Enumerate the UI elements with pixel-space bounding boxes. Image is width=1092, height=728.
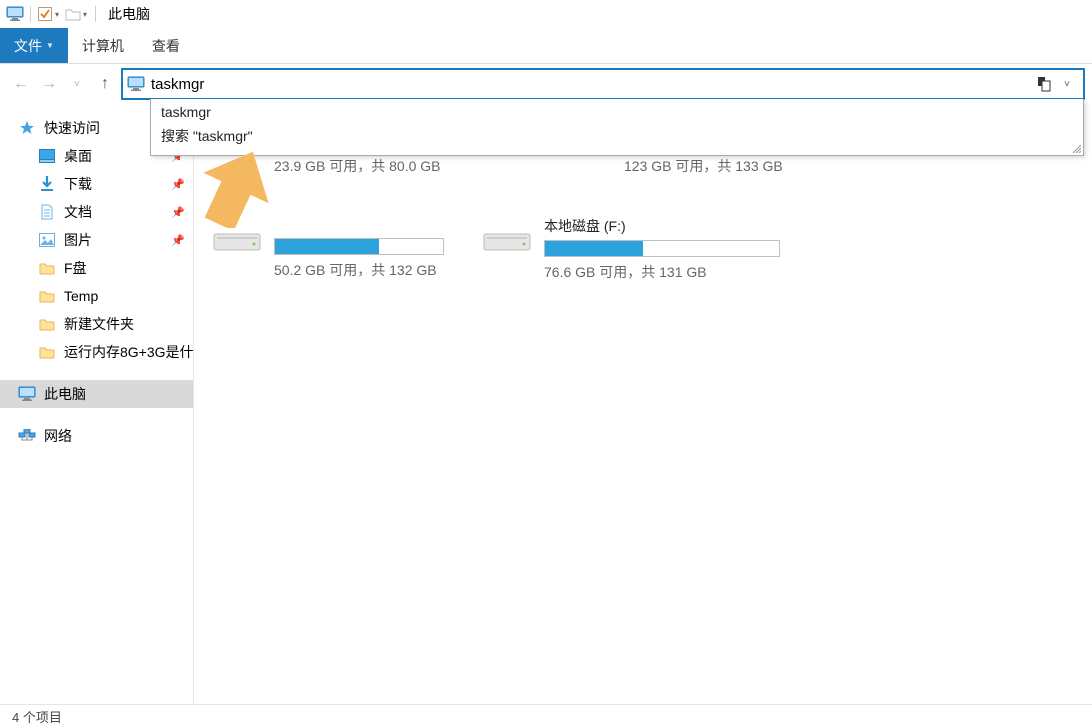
sidebar-item-memfolder[interactable]: 运行内存8G+3G是什 [0,338,193,366]
folder-icon [38,288,56,304]
address-input[interactable] [151,72,1033,96]
pin-icon: 📌 [171,234,185,247]
window-title: 此电脑 [108,4,150,24]
sidebar-item-label: 网络 [44,426,72,446]
star-icon [18,120,36,136]
nav-row: ← → ˅ ↑ ˅ taskmgr 搜索 "taskmgr" [0,64,1092,104]
annotation-arrow-icon [200,148,272,228]
sidebar-item-fdrive[interactable]: F盘 [0,254,193,282]
resize-grip-icon[interactable] [1071,143,1081,153]
separator [30,6,31,22]
sidebar-item-label: 文档 [64,202,92,222]
sidebar-item-downloads[interactable]: 下载 📌 [0,170,193,198]
tab-computer[interactable]: 计算机 [68,28,138,63]
pc-icon [18,386,36,402]
chevron-down-icon: ▼ [46,41,54,50]
suggestion-item-taskmgr[interactable]: taskmgr [151,101,1083,123]
tab-file[interactable]: 文件 ▼ [0,28,68,63]
ribbon-tabs: 文件 ▼ 计算机 查看 [0,28,1092,64]
up-button[interactable]: ↑ [94,73,116,95]
drive-info: 50.2 GB 可用，共 132 GB [274,260,444,280]
back-button[interactable]: ← [10,73,32,95]
drive-name: 本地磁盘 (F:) [544,216,782,236]
desktop-icon [38,148,56,164]
forward-button[interactable]: → [38,73,60,95]
nav-sidebar: 快速访问 桌面 📌 下载 📌 文档 📌 [0,104,194,704]
sidebar-item-documents[interactable]: 文档 📌 [0,198,193,226]
drive-info: 76.6 GB 可用，共 131 GB [544,262,782,282]
tab-file-label: 文件 [14,36,42,56]
sidebar-item-label: F盘 [64,258,87,278]
network-icon [18,428,36,444]
qa-dropdown-icon[interactable]: ▾ [55,10,59,19]
tab-view[interactable]: 查看 [138,28,194,63]
drive-info: 23.9 GB 可用，共 80.0 GB [274,156,512,176]
separator [95,6,96,22]
picture-icon [38,232,56,248]
drive-icon [482,220,532,256]
sidebar-item-label: 图片 [64,230,92,250]
drive-info: 123 GB 可用，共 133 GB [624,156,862,176]
sidebar-item-label: 快速访问 [44,118,100,138]
sidebar-item-pictures[interactable]: 图片 📌 [0,226,193,254]
folder-icon [38,344,56,360]
download-icon [38,176,56,192]
check-icon[interactable] [37,6,53,22]
address-bar[interactable]: ˅ [122,69,1084,99]
sidebar-item-network[interactable]: 网络 [0,422,193,450]
document-icon [38,204,56,220]
pin-icon: 📌 [171,206,185,219]
suggestion-item-search[interactable]: 搜索 "taskmgr" [151,123,1083,149]
sidebar-item-temp[interactable]: Temp [0,282,193,310]
sidebar-item-label: 新建文件夹 [64,314,134,334]
content-pane: 本地磁盘 (C:) 23.9 GB 可用，共 80.0 GB 本地磁盘 (D:)… [194,104,1092,704]
folder-icon[interactable] [65,6,81,22]
sidebar-item-label: 桌面 [64,146,92,166]
sidebar-item-thispc[interactable]: 此电脑 [0,380,193,408]
folder-icon [38,316,56,332]
sidebar-item-newfolder[interactable]: 新建文件夹 [0,310,193,338]
drive-item-f[interactable]: 本地磁盘 (F:) 76.6 GB 可用，共 131 GB [482,216,782,282]
drive-usage-bar [544,240,780,257]
status-item-count: 4 个项目 [12,707,62,726]
folder-icon [38,260,56,276]
sidebar-item-label: Temp [64,288,98,304]
address-suggestions: taskmgr 搜索 "taskmgr" [150,99,1084,156]
body: 快速访问 桌面 📌 下载 📌 文档 📌 [0,104,1092,704]
sidebar-item-label: 下载 [64,174,92,194]
copy-icon[interactable] [1033,73,1055,95]
status-bar: 4 个项目 [0,704,1092,728]
pin-icon: 📌 [171,178,185,191]
sidebar-item-label: 此电脑 [44,384,86,404]
drive-usage-bar [274,238,444,255]
pc-icon [127,76,145,92]
folder-dropdown-icon[interactable]: ▾ [83,10,87,19]
address-dropdown-button[interactable]: ˅ [1055,70,1079,98]
history-dropdown-icon[interactable]: ˅ [66,73,88,95]
pc-icon [6,6,24,22]
title-bar: ▾ ▾ 此电脑 [0,0,1092,28]
sidebar-item-label: 运行内存8G+3G是什 [64,342,193,362]
address-bar-wrap: ˅ taskmgr 搜索 "taskmgr" [122,69,1084,99]
